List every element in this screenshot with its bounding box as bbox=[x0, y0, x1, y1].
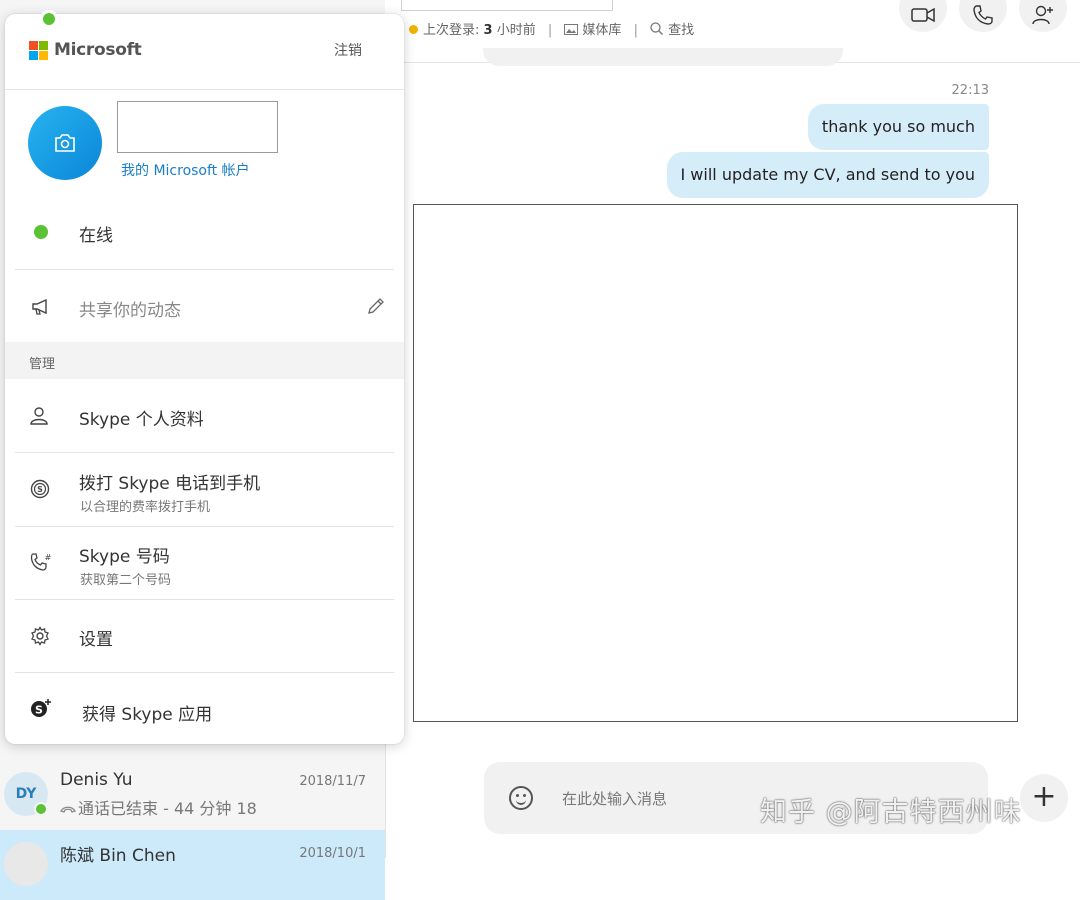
divider: | bbox=[633, 23, 638, 38]
contact-name-field bbox=[401, 0, 613, 11]
message-bubble[interactable]: thank you so much bbox=[807, 104, 989, 150]
clock-icon bbox=[409, 25, 418, 34]
skype-app-icon: S bbox=[31, 699, 51, 717]
phone-number-icon: # bbox=[30, 553, 52, 571]
menu-item-title: 获得 Skype 应用 bbox=[82, 705, 213, 725]
status-selector[interactable]: 在线 bbox=[15, 200, 394, 270]
phone-icon bbox=[973, 5, 993, 25]
search-link[interactable]: 查找 bbox=[650, 22, 694, 38]
profile-popup: Microsoft 注销 我的 Microsoft 帐户 在线 共享你的动态 管… bbox=[5, 10, 404, 746]
menu-item-get-skype-app[interactable]: S 获得 Skype 应用 bbox=[15, 673, 394, 746]
last-login-prefix: 上次登录: bbox=[423, 23, 480, 38]
search-icon bbox=[650, 22, 664, 35]
microsoft-logo-icon bbox=[29, 41, 48, 60]
menu-item-title: 设置 bbox=[79, 630, 113, 650]
gear-icon bbox=[31, 626, 49, 646]
menu-item-title: 拨打 Skype 电话到手机 bbox=[79, 474, 261, 494]
section-title: 管理 bbox=[29, 357, 56, 372]
header-meta: 上次登录: 3 小时前 | 媒体库 | 查找 bbox=[409, 19, 694, 38]
megaphone-icon bbox=[32, 299, 47, 315]
shared-image[interactable] bbox=[413, 204, 1018, 722]
contact-date: 2018/11/7 bbox=[299, 774, 366, 789]
menu-item-description: 获取第二个号码 bbox=[80, 573, 172, 588]
last-login-suffix: 小时前 bbox=[496, 23, 536, 38]
svg-text:#: # bbox=[45, 553, 52, 562]
contact-subtitle: 通话已结束 - 44 分钟 18 bbox=[78, 799, 257, 818]
online-status-icon bbox=[34, 225, 48, 239]
message-bubble[interactable]: I will update my CV, and send to you bbox=[666, 152, 989, 198]
add-content-button[interactable]: + bbox=[1020, 774, 1068, 822]
menu-item-settings[interactable]: 设置 bbox=[15, 599, 394, 673]
menu-item-skype-profile[interactable]: Skype 个人资料 bbox=[15, 379, 394, 453]
profile-avatar[interactable] bbox=[28, 106, 102, 180]
online-presence-dot bbox=[34, 802, 48, 816]
add-person-icon bbox=[1032, 5, 1053, 25]
contact-last-activity: 通话已结束 - 44 分钟 18 bbox=[60, 795, 257, 819]
divider: | bbox=[547, 23, 553, 38]
menu-item-description: 以合理的费率拨打手机 bbox=[80, 500, 211, 515]
display-name-field[interactable] bbox=[117, 101, 278, 153]
mood-placeholder: 共享你的动态 bbox=[79, 301, 181, 321]
call-ended-icon bbox=[60, 799, 78, 818]
pencil-icon[interactable] bbox=[367, 297, 385, 315]
contact-item-bin-chen[interactable]: 陈斌 Bin Chen 2018/10/1 bbox=[0, 830, 385, 900]
menu-item-title: Skype 个人资料 bbox=[79, 410, 204, 430]
audio-call-button[interactable] bbox=[959, 0, 1007, 32]
camera-icon bbox=[55, 134, 75, 152]
message-timestamp: 22:13 bbox=[951, 83, 989, 98]
microsoft-account-link[interactable]: 我的 Microsoft 帐户 bbox=[121, 160, 250, 180]
contact-item-denis-yu[interactable]: DY Denis Yu 2018/11/7 通话已结束 - 44 分钟 18 bbox=[0, 760, 385, 830]
svg-text:S: S bbox=[35, 704, 43, 717]
contact-name: 陈斌 Bin Chen bbox=[60, 846, 176, 866]
video-camera-icon bbox=[911, 7, 935, 23]
microsoft-brand: Microsoft bbox=[54, 40, 142, 60]
status-label: 在线 bbox=[79, 226, 113, 246]
sign-out-button[interactable]: 注销 bbox=[334, 40, 362, 60]
add-people-button[interactable] bbox=[1019, 0, 1067, 32]
watermark: 知乎 @阿古特西州味 bbox=[760, 797, 1022, 828]
menu-item-call-phones[interactable]: S 拨打 Skype 电话到手机 以合理的费率拨打手机 bbox=[15, 453, 394, 527]
media-library-link[interactable]: 媒体库 bbox=[564, 23, 625, 38]
previous-message-bubble bbox=[483, 48, 843, 66]
last-login-value: 3 bbox=[483, 23, 493, 38]
mood-message-field[interactable]: 共享你的动态 bbox=[15, 269, 394, 342]
person-icon bbox=[30, 407, 48, 425]
menu-item-title: Skype 号码 bbox=[79, 547, 170, 567]
section-header-manage: 管理 bbox=[5, 342, 404, 379]
popup-header: Microsoft 注销 bbox=[5, 14, 404, 90]
avatar bbox=[4, 842, 48, 886]
svg-text:S: S bbox=[37, 485, 43, 494]
contact-name: Denis Yu bbox=[60, 770, 133, 790]
skype-credit-icon: S bbox=[30, 479, 50, 499]
video-call-button[interactable] bbox=[899, 0, 947, 32]
menu-item-skype-number[interactable]: # Skype 号码 获取第二个号码 bbox=[15, 526, 394, 600]
contact-date: 2018/10/1 bbox=[299, 846, 366, 861]
emoji-icon[interactable] bbox=[509, 786, 533, 810]
image-icon bbox=[564, 24, 579, 35]
